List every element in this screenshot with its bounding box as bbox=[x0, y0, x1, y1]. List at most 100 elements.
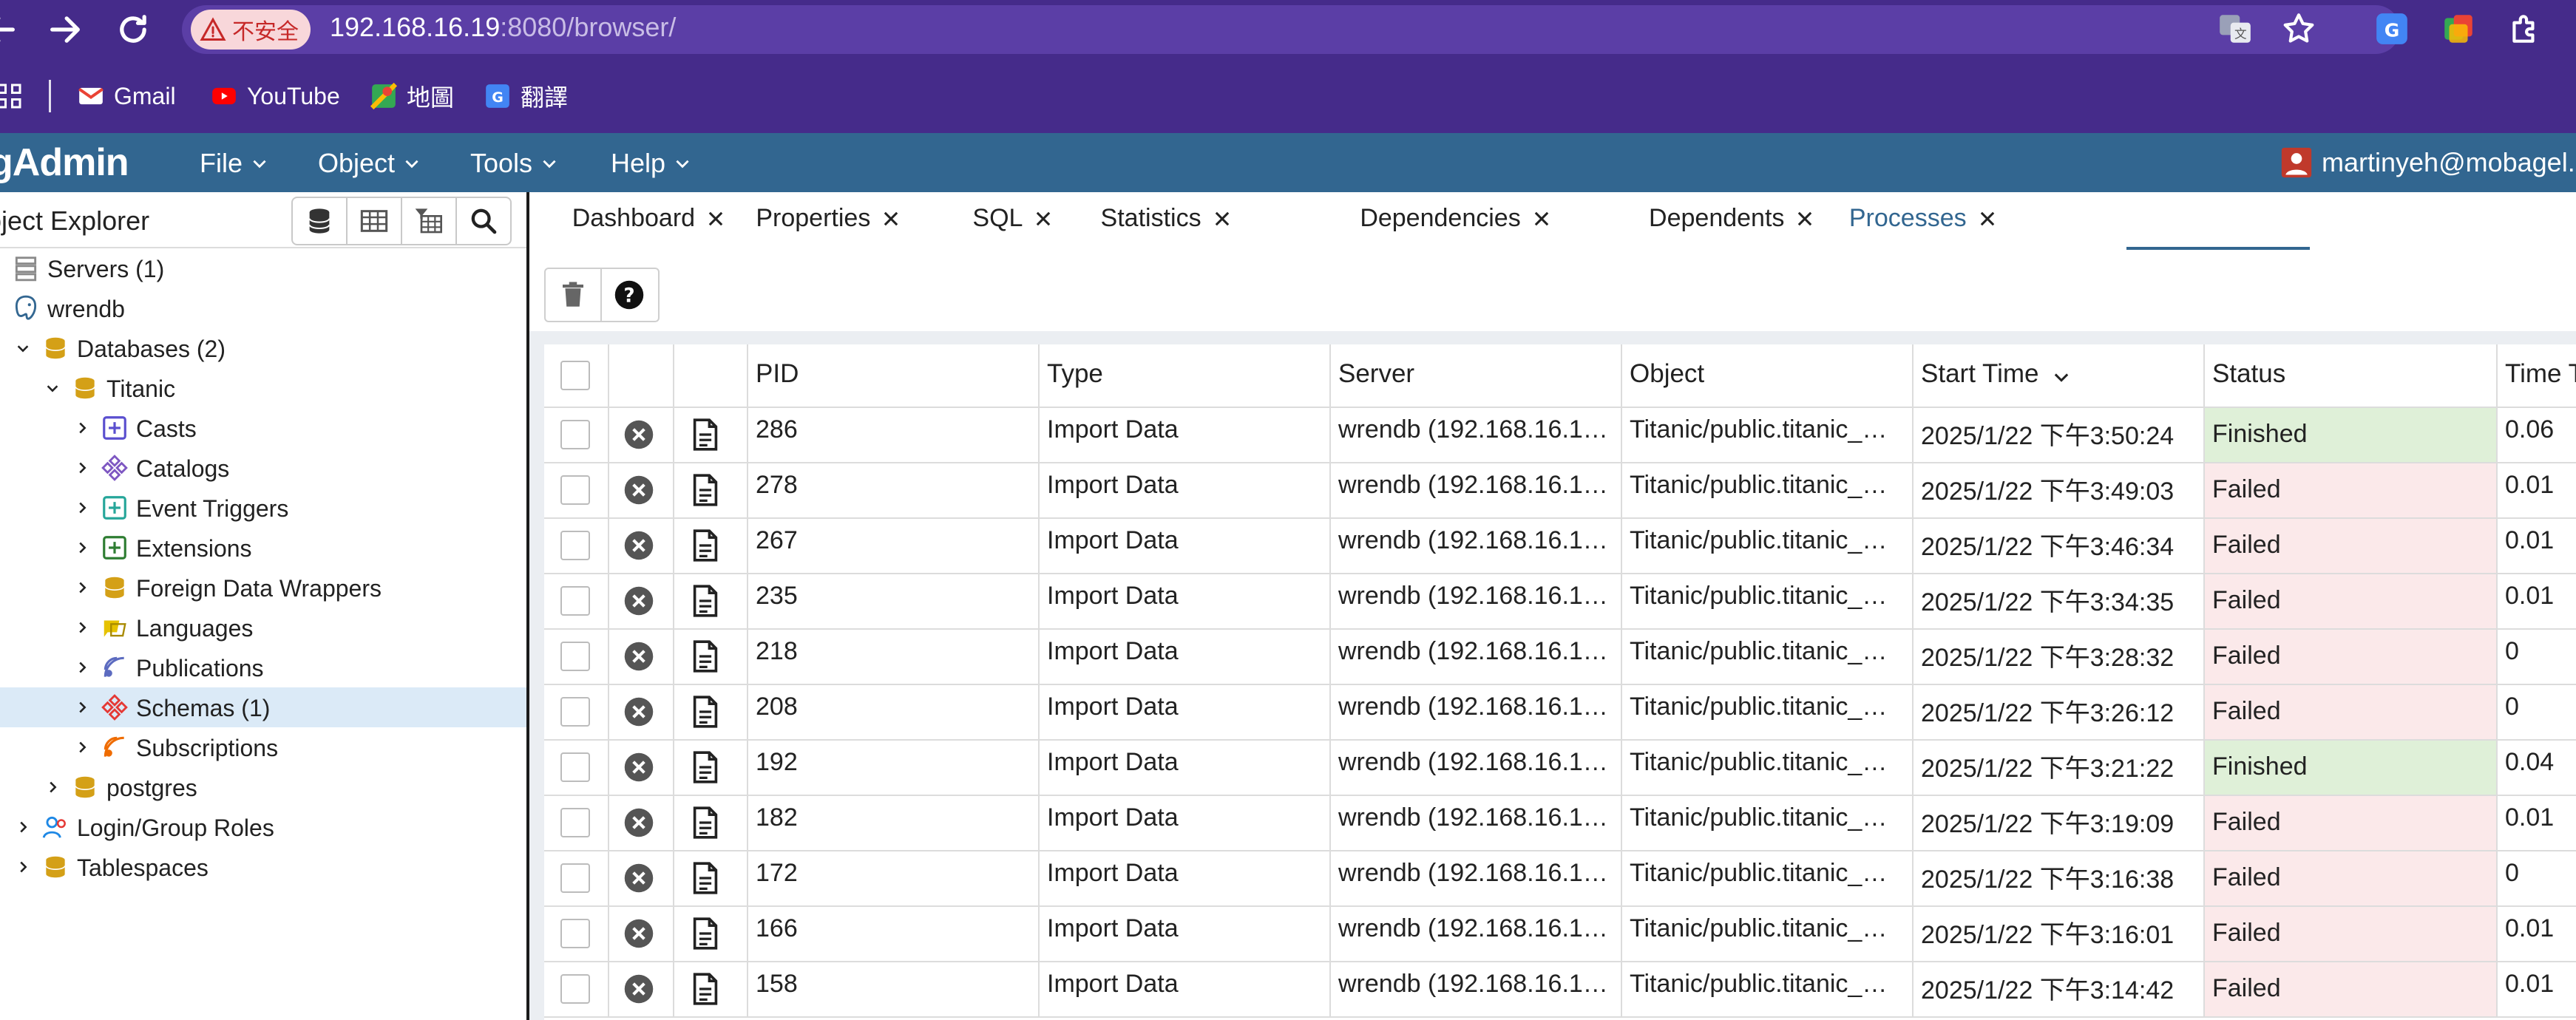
row-checkbox[interactable] bbox=[560, 420, 590, 449]
view-details-icon[interactable] bbox=[692, 696, 719, 728]
security-indicator[interactable]: 不安全 bbox=[191, 10, 311, 50]
user-menu[interactable]: martinyeh@mobagel.c bbox=[2280, 146, 2576, 179]
extensions-puzzle-icon[interactable] bbox=[2506, 10, 2543, 47]
row-checkbox[interactable] bbox=[560, 752, 590, 782]
column-header-type[interactable]: Type bbox=[1040, 344, 1331, 408]
view-details-icon[interactable] bbox=[692, 585, 719, 617]
close-tab-icon[interactable] bbox=[1212, 208, 1233, 229]
chevron-right-icon[interactable] bbox=[15, 819, 31, 835]
view-details-icon[interactable] bbox=[692, 751, 719, 783]
chevron-right-icon[interactable] bbox=[74, 500, 90, 516]
color-extension-icon[interactable] bbox=[2440, 10, 2477, 47]
apps-grid-icon[interactable] bbox=[0, 83, 22, 109]
google-translate-extension-icon[interactable]: G bbox=[2373, 10, 2410, 47]
chevron-right-icon[interactable] bbox=[74, 540, 90, 556]
row-checkbox[interactable] bbox=[560, 808, 590, 837]
column-header-pid[interactable]: PID bbox=[748, 344, 1040, 408]
cancel-process-icon[interactable] bbox=[623, 640, 655, 673]
row-checkbox[interactable] bbox=[560, 642, 590, 671]
menu-file[interactable]: File bbox=[200, 148, 269, 179]
row-checkbox[interactable] bbox=[560, 863, 590, 893]
delete-process-button[interactable] bbox=[544, 268, 603, 322]
cancel-process-icon[interactable] bbox=[623, 751, 655, 783]
tree-node[interactable]: Foreign Data Wrappers bbox=[0, 568, 526, 608]
bookmark-translate[interactable]: G 翻譯 bbox=[484, 77, 568, 115]
view-details-icon[interactable] bbox=[692, 529, 719, 562]
tree-node[interactable]: Catalogs bbox=[0, 448, 526, 488]
translate-page-icon[interactable]: 文 bbox=[2217, 10, 2254, 47]
tree-node[interactable]: Event Triggers bbox=[0, 488, 526, 528]
bookmark-maps[interactable]: 地圖 bbox=[370, 77, 454, 115]
view-details-icon[interactable] bbox=[692, 418, 719, 451]
row-checkbox[interactable] bbox=[560, 586, 590, 616]
tab-dependencies[interactable]: Dependencies bbox=[1360, 204, 1551, 233]
chevron-right-icon[interactable] bbox=[74, 659, 90, 676]
cancel-process-icon[interactable] bbox=[623, 696, 655, 728]
close-tab-icon[interactable] bbox=[881, 208, 901, 229]
forward-button[interactable] bbox=[46, 10, 84, 49]
view-data-button[interactable] bbox=[348, 198, 402, 244]
tree-node[interactable]: Casts bbox=[0, 408, 526, 448]
tab-dashboard[interactable]: Dashboard bbox=[572, 204, 726, 233]
chevron-right-icon[interactable] bbox=[74, 460, 90, 476]
row-checkbox[interactable] bbox=[560, 919, 590, 948]
chevron-right-icon[interactable] bbox=[74, 619, 90, 636]
view-details-icon[interactable] bbox=[692, 640, 719, 673]
view-details-icon[interactable] bbox=[692, 862, 719, 894]
chevron-down-icon[interactable] bbox=[15, 340, 31, 356]
filter-rows-button[interactable] bbox=[402, 198, 457, 244]
menu-object[interactable]: Object bbox=[318, 148, 421, 179]
close-tab-icon[interactable] bbox=[1531, 208, 1552, 229]
bookmark-star-icon[interactable] bbox=[2280, 10, 2317, 47]
help-button[interactable]: ? bbox=[600, 268, 660, 322]
view-details-icon[interactable] bbox=[692, 806, 719, 839]
close-tab-icon[interactable] bbox=[1977, 208, 1998, 229]
chevron-right-icon[interactable] bbox=[15, 859, 31, 875]
view-details-icon[interactable] bbox=[692, 973, 719, 1005]
cancel-process-icon[interactable] bbox=[623, 474, 655, 506]
tab-dependents[interactable]: Dependents bbox=[1649, 204, 1815, 233]
chevron-right-icon[interactable] bbox=[74, 699, 90, 715]
cancel-process-icon[interactable] bbox=[623, 585, 655, 617]
tree-node[interactable]: postgres bbox=[0, 767, 526, 807]
url-text[interactable]: 192.168.16.19:8080/browser/ bbox=[330, 12, 676, 43]
menu-help[interactable]: Help bbox=[611, 148, 692, 179]
tree-node[interactable]: Languages bbox=[0, 608, 526, 647]
row-checkbox[interactable] bbox=[560, 531, 590, 560]
tab-properties[interactable]: Properties bbox=[756, 204, 901, 233]
tree-node[interactable]: Schemas (1) bbox=[0, 687, 526, 727]
tree-node[interactable]: Tablespaces bbox=[0, 847, 526, 887]
row-checkbox[interactable] bbox=[560, 974, 590, 1004]
chevron-down-icon[interactable] bbox=[44, 380, 61, 396]
tree-node[interactable]: wrendb bbox=[0, 288, 526, 328]
close-tab-icon[interactable] bbox=[1794, 208, 1815, 229]
bookmark-youtube[interactable]: YouTube bbox=[210, 77, 340, 115]
row-checkbox[interactable] bbox=[560, 697, 590, 727]
cancel-process-icon[interactable] bbox=[623, 806, 655, 839]
tree-node[interactable]: Subscriptions bbox=[0, 727, 526, 767]
query-tool-button[interactable] bbox=[293, 198, 348, 244]
tab-statistics[interactable]: Statistics bbox=[1101, 204, 1233, 233]
column-header-server[interactable]: Server bbox=[1331, 344, 1622, 408]
cancel-process-icon[interactable] bbox=[623, 917, 655, 950]
column-header-time-taken[interactable]: Time T bbox=[2498, 344, 2576, 408]
chevron-right-icon[interactable] bbox=[74, 579, 90, 596]
tab-sql[interactable]: SQL bbox=[972, 204, 1054, 233]
tree-node[interactable]: Login/Group Roles bbox=[0, 807, 526, 847]
search-objects-button[interactable] bbox=[457, 198, 510, 244]
cancel-process-icon[interactable] bbox=[623, 529, 655, 562]
close-tab-icon[interactable] bbox=[705, 208, 726, 229]
tree-node[interactable]: Titanic bbox=[0, 368, 526, 408]
cancel-process-icon[interactable] bbox=[623, 862, 655, 894]
close-tab-icon[interactable] bbox=[1033, 208, 1054, 229]
sort-descending-icon[interactable] bbox=[2051, 367, 2072, 387]
reload-button[interactable] bbox=[114, 10, 152, 49]
cancel-process-icon[interactable] bbox=[623, 973, 655, 1005]
select-all-checkbox[interactable] bbox=[560, 361, 590, 390]
tree-node[interactable]: Databases (2) bbox=[0, 328, 526, 368]
chevron-right-icon[interactable] bbox=[74, 420, 90, 436]
chevron-right-icon[interactable] bbox=[74, 739, 90, 755]
cancel-process-icon[interactable] bbox=[623, 418, 655, 451]
tree-node[interactable]: Publications bbox=[0, 647, 526, 687]
row-checkbox[interactable] bbox=[560, 475, 590, 505]
